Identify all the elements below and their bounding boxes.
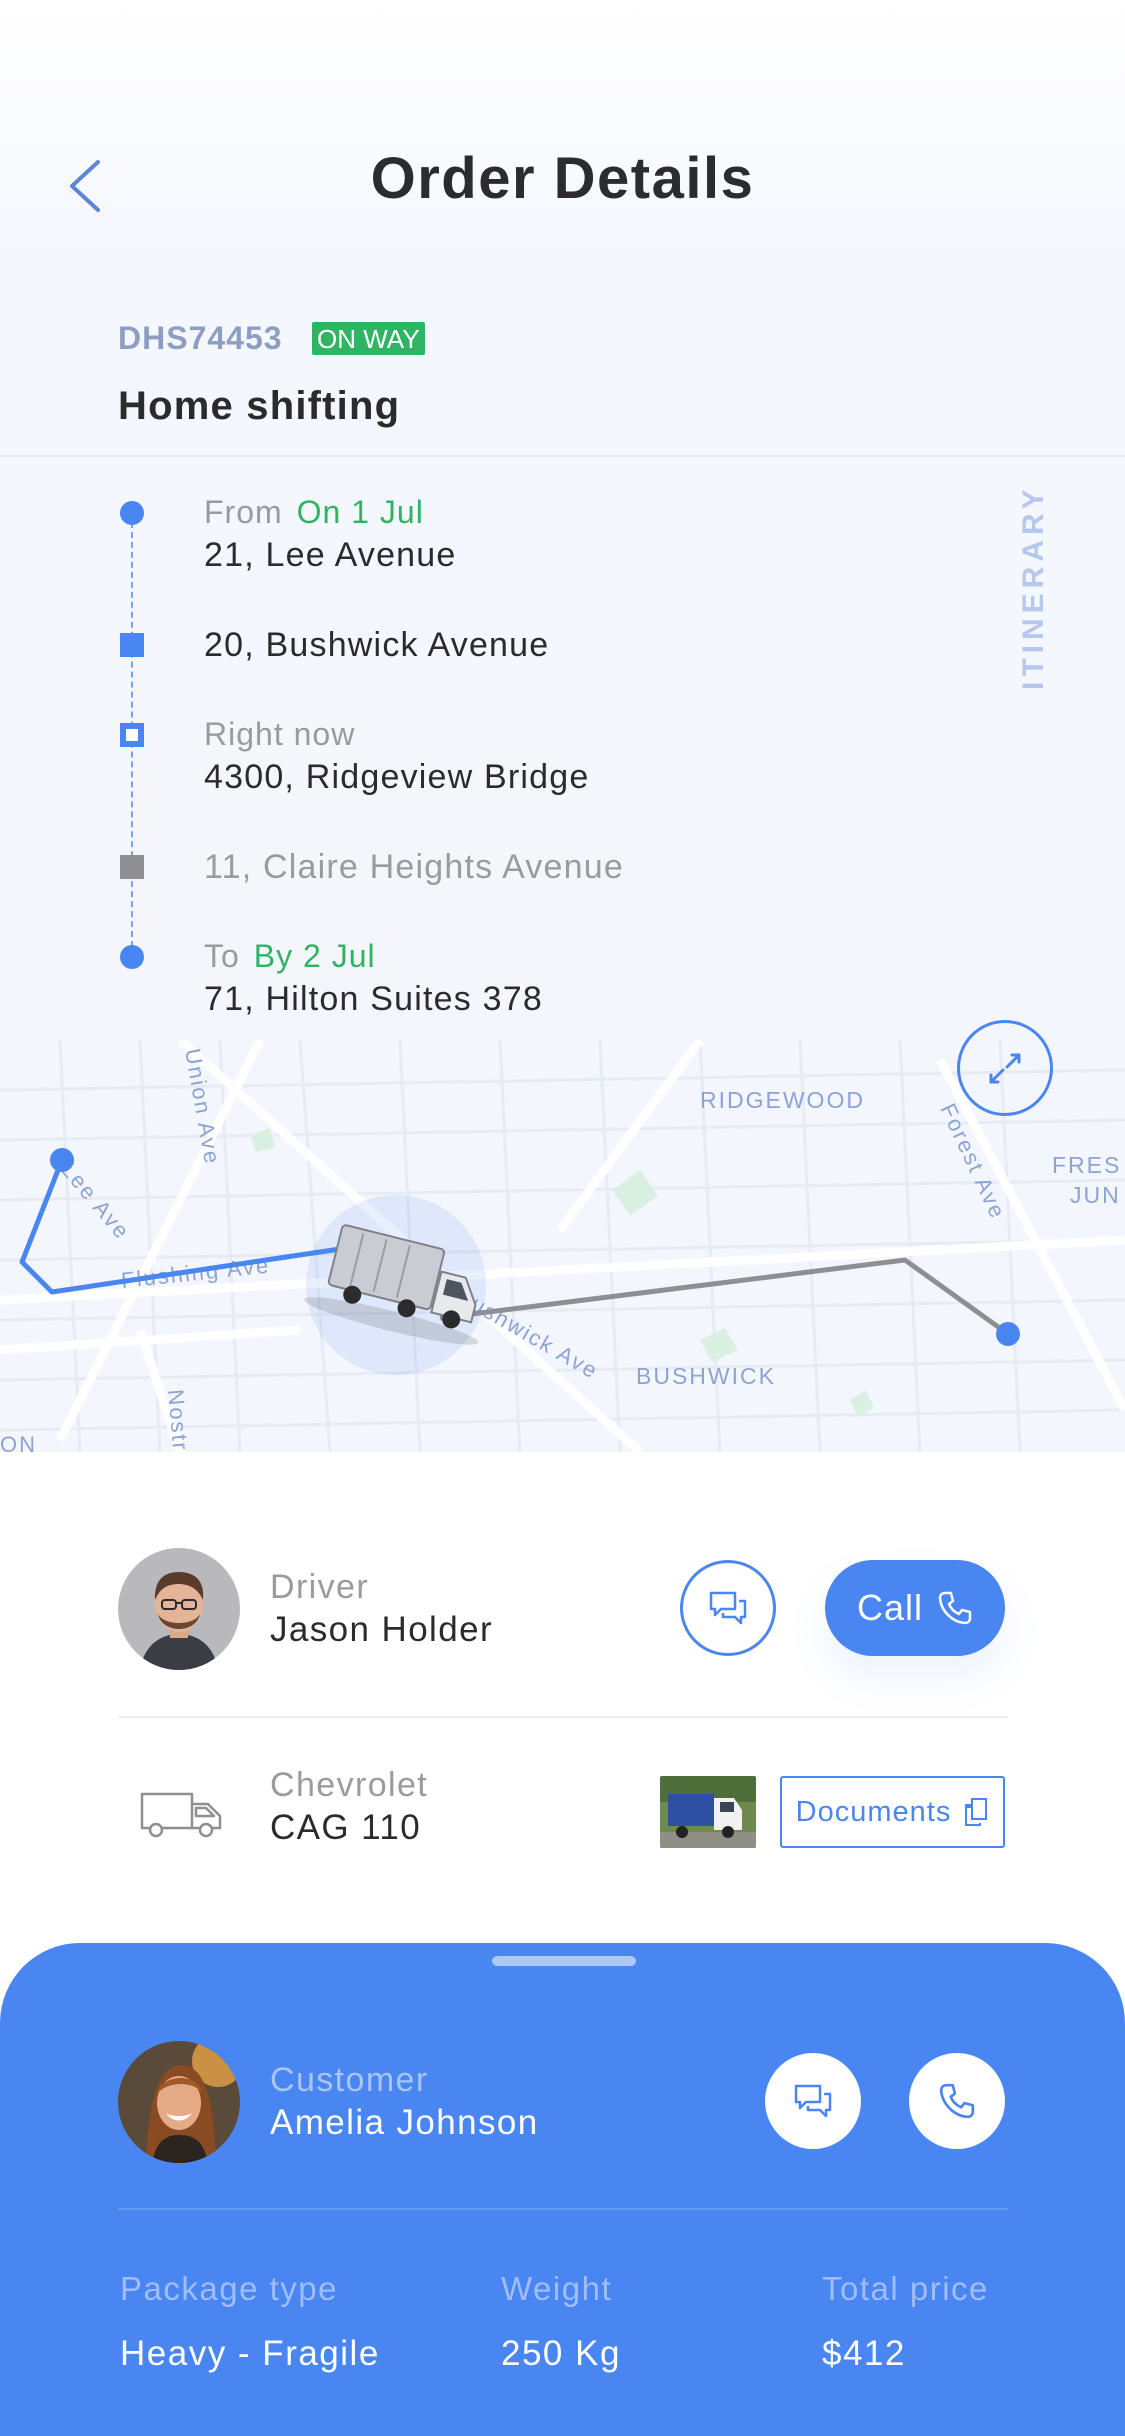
stop-address: 71, Hilton Suites 378 — [204, 980, 543, 1018]
chat-icon — [794, 2084, 832, 2118]
route-start-point — [50, 1148, 74, 1172]
stop-date: By 2 Jul — [253, 938, 376, 974]
stop-marker-current — [120, 723, 144, 747]
map-canvas: Union Ave Lee Ave Flushing Ave Bushwick … — [0, 1040, 1125, 1452]
stop-address: 11, Claire Heights Avenue — [204, 848, 624, 886]
expand-icon — [989, 1053, 1021, 1084]
call-customer-button[interactable] — [909, 2053, 1005, 2149]
total-price-value: $412 — [822, 2334, 906, 2373]
map-area-label: FRES — [1052, 1152, 1121, 1178]
copy-document-icon — [965, 1798, 988, 1826]
map-area-label: ON — [0, 1432, 37, 1452]
stop-label: To By 2 Jul — [204, 938, 376, 974]
map-street-label: Nostr — [163, 1388, 193, 1452]
driver-avatar — [118, 1548, 240, 1670]
truck-icon — [140, 1792, 222, 1838]
order-type: Home shifting — [118, 384, 401, 428]
weight-value: 250 Kg — [501, 2334, 621, 2373]
message-customer-button[interactable] — [765, 2053, 861, 2149]
documents-button-label: Documents — [795, 1795, 952, 1828]
chat-icon — [709, 1591, 747, 1625]
phone-icon — [938, 1591, 972, 1625]
package-type-value: Heavy - Fragile — [120, 2334, 380, 2373]
vehicle-plate: CAG 110 — [270, 1808, 422, 1847]
map-area-label: JUN — [1070, 1182, 1121, 1208]
stop-marker-start — [120, 501, 144, 525]
expand-map-button[interactable] — [957, 1020, 1053, 1116]
stop-marker-upcoming — [120, 855, 144, 879]
driver-role-label: Driver — [270, 1568, 370, 1606]
stop-address: 4300, Ridgeview Bridge — [204, 758, 590, 796]
customer-name: Amelia Johnson — [270, 2103, 539, 2142]
total-price-label: Total price — [822, 2270, 989, 2307]
drag-handle[interactable] — [492, 1956, 636, 1966]
route-end-point — [996, 1322, 1020, 1346]
phone-icon — [939, 2083, 975, 2119]
divider — [118, 2208, 1008, 2210]
weight-label: Weight — [501, 2270, 613, 2307]
order-id: DHS74453 — [118, 320, 283, 356]
map-area-label: RIDGEWOOD — [700, 1087, 865, 1113]
customer-role-label: Customer — [270, 2061, 429, 2099]
stop-label: From On 1 Jul — [204, 494, 424, 530]
map-area-label: BUSHWICK — [636, 1363, 776, 1389]
page-title: Order Details — [370, 146, 755, 211]
stop-marker-end — [120, 945, 144, 969]
stop-date: On 1 Jul — [296, 494, 424, 530]
call-button-label: Call — [856, 1587, 923, 1628]
documents-button[interactable]: Documents — [780, 1776, 1005, 1848]
vehicle-make: Chevrolet — [270, 1766, 429, 1804]
package-type-label: Package type — [120, 2270, 338, 2307]
divider — [118, 1716, 1008, 1718]
stop-marker-passed — [120, 633, 144, 657]
stop-address: 21, Lee Avenue — [204, 536, 457, 574]
stop-label: Right now — [204, 716, 356, 752]
customer-avatar — [118, 2041, 240, 2163]
call-driver-button[interactable]: Call — [825, 1560, 1005, 1656]
divider — [0, 455, 1125, 457]
status-badge: ON WAY — [312, 322, 425, 355]
itinerary-vertical-label: ITINERARY — [1017, 484, 1050, 690]
driver-name: Jason Holder — [270, 1610, 494, 1649]
message-driver-button[interactable] — [680, 1560, 776, 1656]
vehicle-photo[interactable] — [660, 1776, 756, 1848]
stop-address: 20, Bushwick Avenue — [204, 626, 550, 664]
route-map[interactable]: Union Ave Lee Ave Flushing Ave Bushwick … — [0, 1040, 1125, 1452]
